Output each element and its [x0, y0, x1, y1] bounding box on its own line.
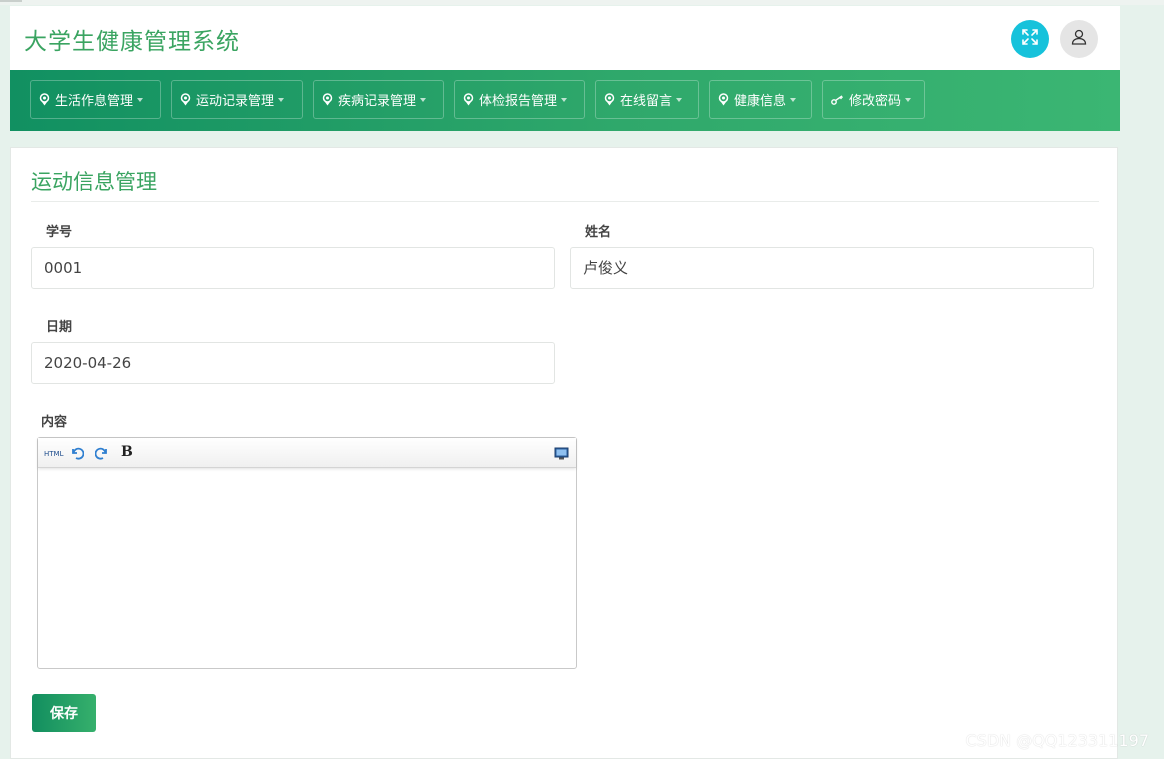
nav-item-exercise[interactable]: 运动记录管理 [171, 80, 303, 119]
leaf-icon [180, 93, 191, 106]
leaf-icon [322, 93, 333, 106]
redo-icon[interactable] [95, 445, 109, 461]
leaf-icon [718, 93, 729, 106]
nav-item-label: 修改密码 [849, 94, 902, 109]
date-label: 日期 [46, 320, 73, 335]
leaf-icon [604, 93, 615, 106]
name-label: 姓名 [585, 225, 612, 240]
leaf-icon [463, 93, 474, 106]
fullscreen-button[interactable] [1011, 20, 1049, 58]
user-menu-button[interactable] [1060, 20, 1098, 58]
save-button[interactable]: 保存 [32, 694, 96, 732]
main-nav: 生活作息管理 运动记录管理 疾病记录管理 体检报告管理 在线留言 健康信息 修改… [10, 70, 1120, 131]
user-icon [1070, 28, 1088, 50]
nav-item-schedule[interactable]: 生活作息管理 [30, 80, 161, 119]
nav-item-label: 在线留言 [620, 94, 673, 109]
name-field[interactable]: 卢俊义 [570, 247, 1094, 289]
nav-item-health-info[interactable]: 健康信息 [709, 80, 812, 119]
form-panel: 运动信息管理 学号 0001 姓名 卢俊义 日期 2020-04-26 内容 H… [10, 147, 1118, 759]
html-source-button[interactable]: HTML [44, 446, 63, 462]
nav-item-label: 健康信息 [734, 94, 787, 109]
editor-toolbar: HTML B [38, 438, 576, 468]
app-header: 大学生健康管理系统 [10, 6, 1120, 70]
chevron-down-icon [790, 97, 797, 102]
expand-icon [1021, 28, 1039, 50]
chevron-down-icon [137, 97, 144, 102]
nav-item-checkup[interactable]: 体检报告管理 [454, 80, 585, 119]
student-id-field[interactable]: 0001 [31, 247, 555, 289]
chevron-down-icon [905, 97, 912, 102]
preview-icon[interactable] [554, 445, 569, 461]
date-field[interactable]: 2020-04-26 [31, 342, 555, 384]
nav-item-label: 生活作息管理 [55, 94, 134, 109]
top-strip-marker [0, 0, 22, 2]
chevron-down-icon [676, 97, 683, 102]
watermark: CSDN @QQ123311197 [965, 731, 1149, 750]
nav-item-messages[interactable]: 在线留言 [595, 80, 699, 119]
chevron-down-icon [420, 97, 427, 102]
content-label: 内容 [41, 415, 68, 430]
leaf-icon [39, 93, 50, 106]
page-title: 运动信息管理 [31, 170, 157, 194]
nav-item-label: 疾病记录管理 [338, 94, 417, 109]
nav-item-illness[interactable]: 疾病记录管理 [313, 80, 444, 119]
top-strip [0, 0, 1164, 5]
nav-item-change-password[interactable]: 修改密码 [822, 80, 925, 119]
chevron-down-icon [561, 97, 568, 102]
editor-content-area[interactable] [38, 468, 576, 667]
title-divider [31, 201, 1099, 202]
nav-item-label: 运动记录管理 [196, 94, 275, 109]
app-title: 大学生健康管理系统 [24, 29, 240, 55]
content-editor: HTML B [37, 437, 577, 669]
undo-icon[interactable] [70, 445, 84, 461]
chevron-down-icon [278, 97, 285, 102]
nav-item-label: 体检报告管理 [479, 94, 558, 109]
key-icon [831, 94, 844, 105]
student-id-label: 学号 [46, 225, 73, 240]
bold-button[interactable]: B [121, 444, 133, 460]
